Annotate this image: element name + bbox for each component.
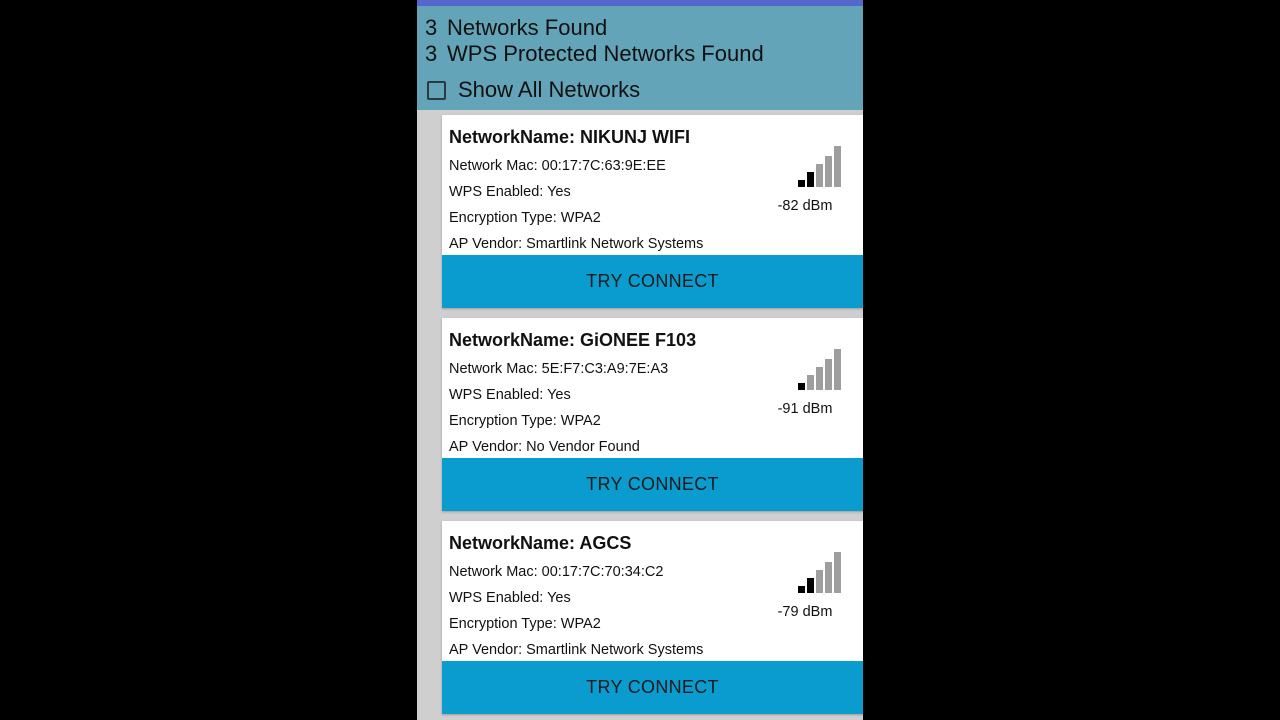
show-all-networks-label[interactable]: Show All Networks <box>458 77 640 103</box>
ap-vendor: AP Vendor: No Vendor Found <box>449 439 640 455</box>
signal-strength-value: -91 dBm <box>777 401 833 417</box>
wps-networks-found-line: 3 WPS Protected Networks Found <box>425 41 764 67</box>
ap-vendor: AP Vendor: Smartlink Network Systems <box>449 642 704 658</box>
signal-bar <box>834 146 841 187</box>
networks-found-line: 3 Networks Found <box>425 15 607 41</box>
encryption-type: Encryption Type: WPA2 <box>449 413 601 429</box>
show-all-networks-toggle[interactable]: Show All Networks <box>427 77 640 103</box>
signal-bar <box>825 562 832 593</box>
network-name: NetworkName: GiONEE F103 <box>449 330 697 350</box>
signal-bar <box>816 164 823 187</box>
signal-bar <box>798 383 805 390</box>
signal-strength-icon <box>798 552 841 593</box>
encryption-type: Encryption Type: WPA2 <box>449 616 601 632</box>
wps-enabled: WPS Enabled: Yes <box>449 590 571 606</box>
network-name: NetworkName: NIKUNJ WIFI <box>449 127 691 147</box>
network-card: NetworkName: GiONEE F103 Network Mac: 5E… <box>442 318 863 511</box>
signal-bar <box>798 586 805 593</box>
network-card: NetworkName: NIKUNJ WIFI Network Mac: 00… <box>442 115 863 308</box>
signal-bar <box>825 359 832 390</box>
signal-bar <box>825 156 832 187</box>
signal-strength-value: -79 dBm <box>777 604 833 620</box>
wps-count: 3 <box>425 41 438 66</box>
checkbox-unchecked-icon[interactable] <box>427 80 446 100</box>
wps-enabled: WPS Enabled: Yes <box>449 387 571 403</box>
signal-bar <box>807 172 814 187</box>
networks-count: 3 <box>425 15 438 40</box>
network-card: NetworkName: AGCS Network Mac: 00:17:7C:… <box>442 521 863 714</box>
signal-bar <box>807 375 814 390</box>
scan-summary-header: 3 Networks Found 3 WPS Protected Networks … <box>417 6 863 110</box>
signal-bar <box>834 552 841 593</box>
signal-bar <box>816 570 823 593</box>
try-connect-button[interactable]: TRY CONNECT <box>442 255 863 308</box>
encryption-type: Encryption Type: WPA2 <box>449 210 601 226</box>
wps-found-label: WPS Protected Networks Found <box>447 41 764 66</box>
wps-enabled: WPS Enabled: Yes <box>449 184 571 200</box>
signal-strength-value: -82 dBm <box>777 198 833 214</box>
network-mac: Network Mac: 00:17:7C:70:34:C2 <box>449 564 664 580</box>
signal-strength-icon <box>798 146 841 187</box>
signal-bar <box>834 349 841 390</box>
try-connect-button[interactable]: TRY CONNECT <box>442 661 863 714</box>
app-screen: 3 Networks Found 3 WPS Protected Networks … <box>417 0 863 720</box>
signal-bar <box>807 578 814 593</box>
signal-strength-icon <box>798 349 841 390</box>
network-name: NetworkName: AGCS <box>449 533 632 553</box>
network-mac: Network Mac: 00:17:7C:63:9E:EE <box>449 158 666 174</box>
try-connect-button[interactable]: TRY CONNECT <box>442 458 863 511</box>
signal-bar <box>798 180 805 187</box>
network-mac: Network Mac: 5E:F7:C3:A9:7E:A3 <box>449 361 669 377</box>
networks-found-label: Networks Found <box>447 15 608 40</box>
signal-bar <box>816 367 823 390</box>
ap-vendor: AP Vendor: Smartlink Network Systems <box>449 236 704 252</box>
